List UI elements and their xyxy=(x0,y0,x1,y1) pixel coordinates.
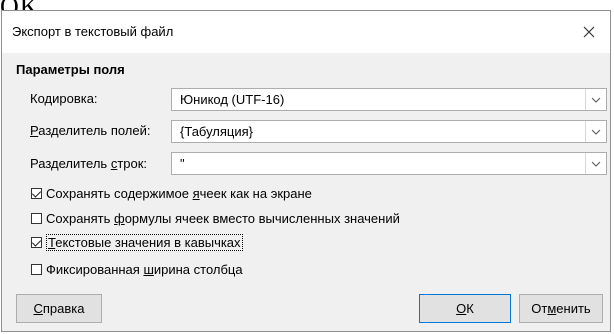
encoding-label: Кодировка: xyxy=(30,91,98,106)
dialog-titlebar: Экспорт в текстовый файл xyxy=(2,11,610,53)
field-separator-value: {Табуляция} xyxy=(180,124,254,139)
dialog-title: Экспорт в текстовый файл xyxy=(12,24,174,39)
row-separator-dropdown-button[interactable] xyxy=(585,153,606,174)
checkbox-quote-text-values[interactable] xyxy=(31,236,42,248)
ok-button[interactable]: ОК xyxy=(419,294,511,323)
checkbox-save-formulas[interactable] xyxy=(31,212,42,224)
field-separator-select[interactable]: {Табуляция} xyxy=(171,120,607,143)
option-label: Текстовые значения в кавычках xyxy=(46,233,243,251)
close-icon xyxy=(583,26,595,38)
option-keep-cell-content-as-shown[interactable]: Сохранять содержимое ячеек как на экране xyxy=(31,184,312,202)
option-label: Сохранять содержимое ячеек как на экране xyxy=(46,185,312,201)
cancel-button[interactable]: От м енить xyxy=(519,294,603,323)
option-save-formulas[interactable]: Сохранять формулы ячеек вместо вычисленн… xyxy=(31,209,400,227)
row-separator-value: " xyxy=(180,156,185,171)
row-separator-label: Разделитель строк: xyxy=(30,156,148,171)
encoding-dropdown-button[interactable] xyxy=(585,89,606,110)
option-label: Сохранять формулы ячеек вместо вычисленн… xyxy=(46,210,400,226)
field-separator-label: Разделитель полей: xyxy=(30,123,151,138)
encoding-value: Юникод (UTF-16) xyxy=(180,92,285,107)
checkbox-fixed-column-width[interactable] xyxy=(31,263,42,275)
chevron-down-icon xyxy=(591,97,601,103)
background-window-strip: OK xyxy=(0,0,614,21)
chevron-down-icon xyxy=(591,129,601,135)
option-fixed-column-width[interactable]: Фиксированная ширина столбца xyxy=(31,260,243,278)
encoding-select[interactable]: Юникод (UTF-16) xyxy=(171,88,607,111)
field-separator-dropdown-button[interactable] xyxy=(585,121,606,142)
chevron-down-icon xyxy=(591,161,601,167)
section-title: Параметры поля xyxy=(16,62,125,77)
export-text-dialog: Экспорт в текстовый файл Параметры поля … xyxy=(1,10,611,332)
option-quote-text-values[interactable]: Текстовые значения в кавычках xyxy=(31,233,243,251)
close-button[interactable] xyxy=(576,19,602,45)
help-button[interactable]: Справка xyxy=(16,294,102,323)
checkbox-keep-cell-content[interactable] xyxy=(31,187,42,199)
row-separator-select[interactable]: " xyxy=(171,152,607,175)
option-label: Фиксированная ширина столбца xyxy=(46,261,243,277)
